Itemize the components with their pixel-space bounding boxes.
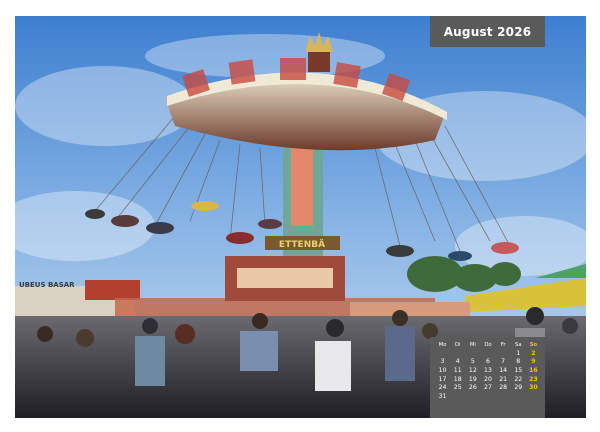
- calendar-day-cell: 11: [453, 366, 462, 374]
- calendar-day-cell: [480, 392, 495, 401]
- weekday-fr: Fr: [500, 342, 506, 348]
- calendar-day-cell: [526, 392, 541, 401]
- calendar-day-cell: 21: [499, 375, 508, 383]
- calendar-week-row: 24 25 26 27 28 29 30: [435, 383, 541, 392]
- calendar-day-cell: 25: [453, 384, 462, 392]
- weekday-so: So: [529, 342, 538, 348]
- calendar-day-cell: 1: [516, 349, 521, 357]
- calendar-day-cell: 13: [484, 366, 492, 374]
- stall-awning: [85, 280, 140, 300]
- canopy-top: [308, 52, 330, 72]
- calendar-day-cell: [435, 349, 450, 358]
- calendar-week-row: 31: [435, 392, 541, 401]
- calendar-day-cell: 18: [453, 375, 462, 383]
- calendar-day-cell: 9: [531, 358, 536, 366]
- tower-sign: ETTENBÄ: [279, 239, 325, 250]
- calendar-week-row: 3 4 5 6 7 8 9: [435, 358, 541, 367]
- calendar-day-cell: 22: [514, 375, 523, 383]
- calendar-day-cell: 31: [438, 392, 447, 400]
- calendar-day-cell: 23: [529, 375, 538, 383]
- stall-sign: UBEUS BASAR: [19, 281, 75, 289]
- calendar-day-cell: [480, 349, 495, 358]
- calendar-day-cell: 28: [499, 384, 508, 392]
- calendar-day-cell: 3: [440, 358, 445, 366]
- calendar-day-cell: 27: [484, 384, 492, 392]
- calendar-page: UBEUS BASAR ETTENBÄ August 2026 Mo Di Mi…: [0, 0, 600, 432]
- tower-panel: [291, 146, 313, 226]
- calendar-table: Mo Di Mi Do Fr Sa So 1 2 3 4 5 6 7 8 9 10 11 12 13 14…: [435, 341, 541, 401]
- calendar-day-cell: [465, 349, 480, 358]
- calendar-day-cell: 20: [484, 375, 492, 383]
- calendar-day-cell: 5: [470, 358, 475, 366]
- calendar-day-cell: 29: [514, 384, 523, 392]
- base-panel: [237, 268, 333, 288]
- calendar-day-cell: 24: [438, 384, 447, 392]
- calendar-week-row: 10 11 12 13 14 15 16: [435, 366, 541, 375]
- calendar-day-cell: [450, 392, 465, 401]
- calendar-day-cell: 19: [468, 375, 477, 383]
- calendar-day-cell: [496, 392, 511, 401]
- weekday-mi: Mi: [469, 342, 476, 348]
- weekday-do: Do: [484, 342, 492, 348]
- month-calendar-grid: Mo Di Mi Do Fr Sa So 1 2 3 4 5 6 7 8 9 10 11 12 13 14…: [430, 337, 545, 418]
- weekday-header-row: Mo Di Mi Do Fr Sa So: [435, 341, 541, 349]
- calendar-day-cell: 4: [455, 358, 460, 366]
- calendar-day-cell: 7: [501, 358, 506, 366]
- calendar-day-cell: 14: [499, 366, 508, 374]
- calendar-day-cell: 16: [529, 366, 538, 374]
- calendar-day-cell: 26: [468, 384, 477, 392]
- calendar-day-cell: [450, 349, 465, 358]
- calendar-week-row: 12: [435, 349, 541, 358]
- calendar-day-cell: [465, 392, 480, 401]
- calendar-day-cell: [496, 349, 511, 358]
- calendar-day-cell: 30: [529, 384, 538, 392]
- calendar-day-cell: 12: [468, 366, 477, 374]
- calendar-day-cell: 10: [438, 366, 447, 374]
- weekday-sa: Sa: [515, 342, 522, 348]
- calendar-day-cell: 8: [516, 358, 521, 366]
- month-title: August 2026: [430, 16, 545, 47]
- weekday-mo: Mo: [438, 342, 447, 348]
- calendar-day-cell: 17: [438, 375, 447, 383]
- calendar-day-cell: 2: [531, 349, 536, 357]
- calendar-day-cell: 15: [514, 366, 523, 374]
- calendar-day-cell: 6: [486, 358, 490, 366]
- calendar-day-cell: [511, 392, 526, 401]
- weekday-di: Di: [454, 342, 461, 348]
- calendar-week-row: 17 18 19 20 21 22 23: [435, 375, 541, 384]
